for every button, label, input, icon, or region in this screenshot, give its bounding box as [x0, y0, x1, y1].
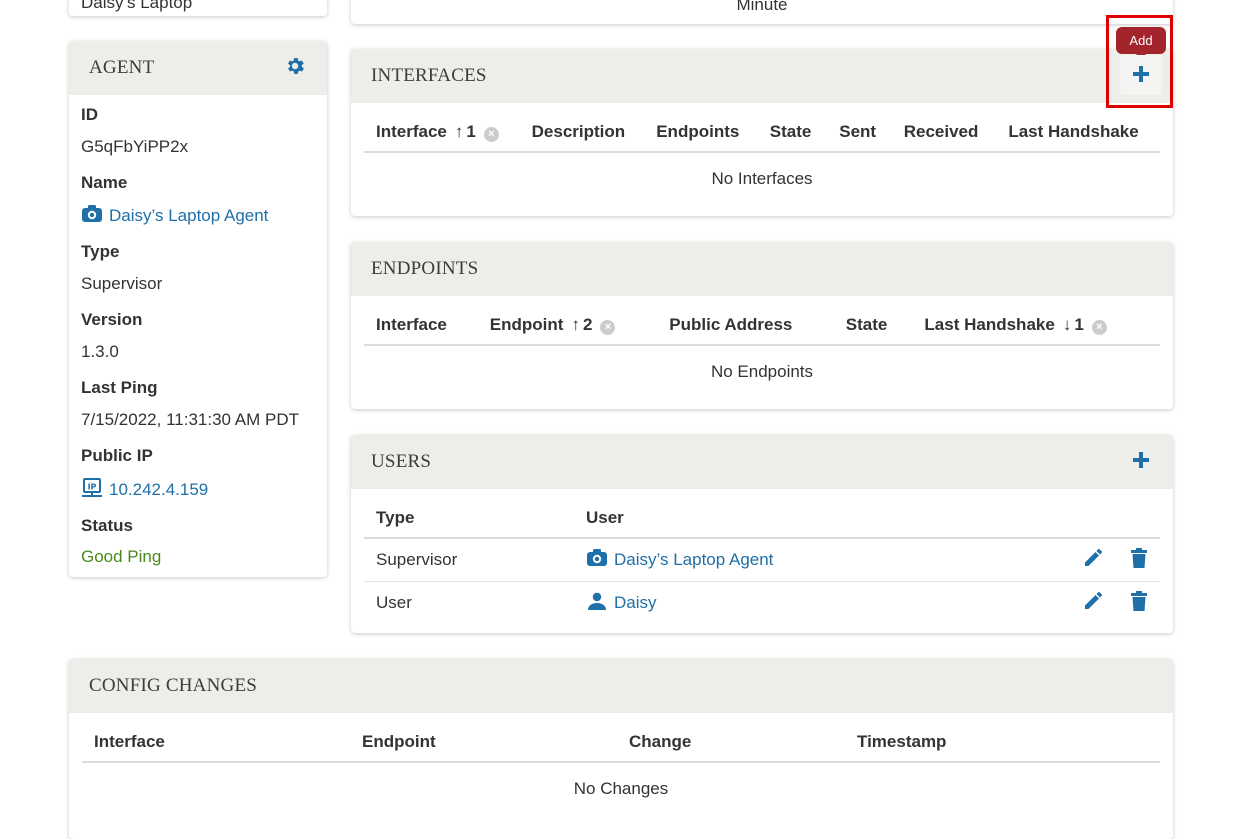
- user-link-text[interactable]: Daisy: [614, 592, 657, 611]
- trash-icon[interactable]: [1130, 547, 1148, 573]
- ip-icon: IP: [81, 478, 103, 503]
- name-label: Name: [81, 173, 128, 192]
- col-last-handshake[interactable]: Last Handshake: [996, 113, 1160, 153]
- user-link[interactable]: Daisy: [574, 582, 1046, 625]
- type-value: Supervisor: [81, 274, 163, 293]
- arrow-down-icon: ↓: [1062, 315, 1072, 334]
- add-tooltip-text: Add: [1129, 33, 1153, 48]
- col-change[interactable]: Change: [617, 723, 845, 763]
- col-interface[interactable]: Interface ↑ 1 ×: [364, 113, 520, 153]
- col-state[interactable]: State: [833, 306, 913, 346]
- trash-icon[interactable]: [1130, 590, 1148, 616]
- version-value: 1.3.0: [81, 342, 119, 361]
- previous-card-right-text: Minute: [736, 0, 788, 14]
- agent-card-header: AGENT: [69, 41, 327, 95]
- gear-icon[interactable]: [284, 55, 306, 82]
- config-changes-card: CONFIG CHANGES Interface Endpoint Change…: [69, 659, 1173, 839]
- user-type: User: [376, 593, 412, 612]
- col-timestamp[interactable]: Timestamp: [845, 723, 1160, 763]
- version-label: Version: [81, 310, 143, 329]
- col-interface[interactable]: Interface: [364, 306, 478, 346]
- name-link[interactable]: Daisy’s Laptop Agent: [81, 205, 268, 228]
- clear-sort-icon[interactable]: ×: [600, 320, 616, 335]
- col-last-handshake[interactable]: Last Handshake ↓ 1 ×: [912, 306, 1160, 346]
- empty-message: No Interfaces: [711, 169, 813, 188]
- col-public-address[interactable]: Public Address: [657, 306, 834, 346]
- users-card-header: USERS: [351, 435, 1173, 489]
- config-changes-card-header: CONFIG CHANGES: [69, 659, 1173, 713]
- sort-indicator: ↑ 2: [571, 315, 593, 334]
- public-ip-link[interactable]: IP 10.242.4.159: [81, 478, 208, 503]
- table-row: User Daisy: [364, 582, 1160, 625]
- status-label: Status: [81, 516, 133, 535]
- previous-card-left-text: Daisy’s Laptop: [81, 0, 193, 12]
- users-card-title: USERS: [371, 451, 432, 472]
- edit-icon[interactable]: [1083, 548, 1103, 573]
- edit-icon[interactable]: [1083, 591, 1103, 616]
- arrow-up-icon: ↑: [571, 315, 580, 334]
- sort-indicator: ↑ 1: [454, 122, 476, 141]
- col-endpoint[interactable]: Endpoint ↑ 2 ×: [477, 306, 658, 346]
- agent-card: AGENT ID G5qFbYiPP2x Name Daisy’s Laptop…: [69, 41, 327, 577]
- plus-icon: [1132, 65, 1150, 88]
- config-changes-table: Interface Endpoint Change Timestamp No C…: [82, 723, 1160, 815]
- plus-icon: [1132, 452, 1150, 473]
- add-user-button[interactable]: [1132, 451, 1150, 474]
- add-tooltip: Add: [1116, 27, 1166, 59]
- table-row: Supervisor Daisy’s Laptop Agent: [364, 538, 1160, 582]
- interfaces-card-title: INTERFACES: [371, 65, 487, 86]
- type-label: Type: [81, 242, 120, 261]
- users-table: Type User Supervisor Daisy’s Laptop Agen…: [364, 499, 1160, 624]
- last-ping-label: Last Ping: [81, 378, 158, 397]
- name-link-text[interactable]: Daisy’s Laptop Agent: [109, 206, 268, 225]
- endpoints-card-header: ENDPOINTS: [351, 242, 1173, 296]
- col-sent[interactable]: Sent: [827, 113, 892, 153]
- user-link[interactable]: Daisy’s Laptop Agent: [574, 538, 1046, 582]
- sort-indicator: ↓ 1: [1062, 315, 1084, 334]
- col-user[interactable]: User: [574, 499, 1046, 539]
- public-ip-text[interactable]: 10.242.4.159: [109, 480, 208, 499]
- agent-card-title: AGENT: [89, 57, 155, 78]
- public-ip-label: Public IP: [81, 446, 153, 465]
- user-link-text[interactable]: Daisy’s Laptop Agent: [614, 549, 773, 568]
- status-value: Good Ping: [81, 547, 162, 566]
- agent-icon: [81, 205, 103, 228]
- col-endpoints[interactable]: Endpoints: [644, 113, 758, 153]
- empty-message: No Endpoints: [710, 362, 814, 381]
- id-label: ID: [81, 105, 98, 124]
- agent-icon: [586, 548, 608, 572]
- endpoints-table: Interface Endpoint ↑ 2 × Public Address Sta…: [364, 306, 1160, 398]
- endpoints-card-title: ENDPOINTS: [371, 258, 479, 279]
- interfaces-card: INTERFACES Interface ↑ 1 × Description Endp…: [351, 49, 1173, 216]
- person-icon: [586, 592, 608, 615]
- user-type: Supervisor: [364, 538, 574, 582]
- col-interface[interactable]: Interface: [82, 723, 350, 763]
- clear-sort-icon[interactable]: ×: [483, 127, 499, 142]
- last-ping-value: 7/15/2022, 11:31:30 AM PDT: [81, 410, 299, 429]
- col-endpoint[interactable]: Endpoint: [350, 723, 617, 763]
- col-description[interactable]: Description: [519, 113, 645, 153]
- interfaces-table: Interface ↑ 1 × Description Endpoints State…: [364, 113, 1160, 205]
- arrow-up-icon: ↑: [454, 122, 464, 141]
- previous-card-right: Minute: [351, 0, 1173, 24]
- col-received[interactable]: Received: [891, 113, 997, 153]
- col-state[interactable]: State: [757, 113, 828, 153]
- col-type[interactable]: Type: [364, 499, 574, 539]
- interfaces-card-header: INTERFACES: [351, 49, 1173, 103]
- previous-card-left: Daisy’s Laptop: [69, 0, 327, 16]
- users-card: USERS Type User Supervisor Daisy’s Lapto…: [351, 435, 1173, 633]
- id-value: G5qFbYiPP2x: [81, 137, 189, 156]
- clear-sort-icon[interactable]: ×: [1091, 320, 1107, 335]
- svg-text:IP: IP: [88, 483, 97, 492]
- endpoints-card: ENDPOINTS Interface Endpoint ↑ 2 × Public A…: [351, 242, 1173, 409]
- config-changes-card-title: CONFIG CHANGES: [89, 675, 258, 696]
- add-interface-button[interactable]: [1120, 55, 1162, 95]
- empty-message: No Changes: [573, 779, 669, 798]
